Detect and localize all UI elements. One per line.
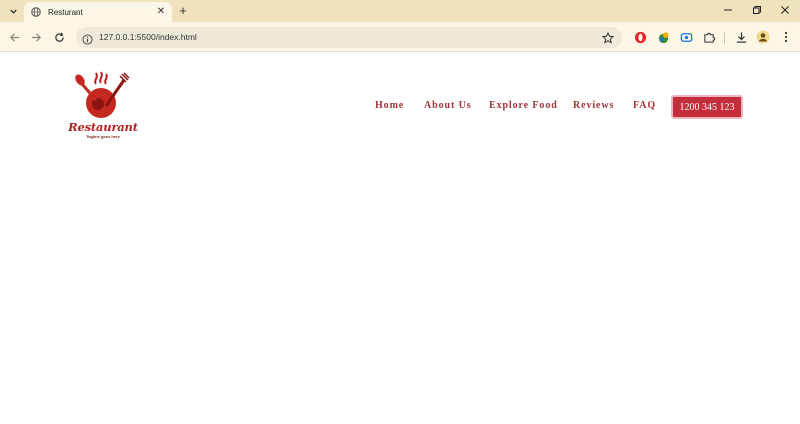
nav-reviews[interactable]: Reviews [573,100,614,114]
address-bar[interactable]: 127.0.0.1:5500/index.html [76,27,622,48]
extension-colorful-icon[interactable] [656,30,670,44]
download-icon[interactable] [734,30,748,44]
screen-recorder-icon[interactable] [679,30,693,44]
nav-home[interactable]: Home [375,100,404,114]
logo-wordmark: Restaurant [68,120,138,134]
globe-icon [31,7,41,17]
nav-faq[interactable]: FAQ [633,100,656,114]
tab-search-icon[interactable] [5,3,21,19]
minimize-icon[interactable] [714,0,742,20]
close-tab-icon[interactable]: ✕ [154,5,168,19]
url-text: 127.0.0.1:5500/index.html [99,32,197,42]
bookmark-star-icon[interactable] [601,31,615,44]
phone-number: 1200 345 123 [679,101,735,113]
back-icon[interactable] [6,29,22,45]
tab-title: Resturant [48,7,83,17]
close-window-icon[interactable] [771,0,799,20]
forward-icon[interactable] [28,29,44,45]
restore-icon[interactable] [743,0,771,20]
nav-about-us[interactable]: About Us [424,100,472,114]
nav-explore-food[interactable]: Explore Food [489,100,558,114]
site-info-icon[interactable] [82,32,93,45]
extensions-puzzle-icon[interactable] [702,30,716,44]
phone-button[interactable]: 1200 345 123 [671,95,743,119]
opera-extension-icon[interactable] [633,30,647,44]
new-tab-button[interactable]: + [175,3,191,19]
toolbar-divider [724,32,725,44]
browser-toolbar: 127.0.0.1:5500/index.html [0,22,800,52]
restaurant-logo[interactable]: Restaurant Tagline goes here [66,70,140,144]
profile-avatar-icon[interactable] [756,30,770,44]
logo-emblem-icon [75,71,130,118]
browser-menu-icon[interactable] [779,30,793,44]
logo-tagline: Tagline goes here [86,134,120,139]
tab-strip: Resturant ✕ + [0,0,800,22]
web-page: Restaurant Tagline goes here Home About … [0,52,800,424]
reload-icon[interactable] [51,29,67,45]
browser-tab[interactable]: Resturant ✕ [24,2,172,22]
